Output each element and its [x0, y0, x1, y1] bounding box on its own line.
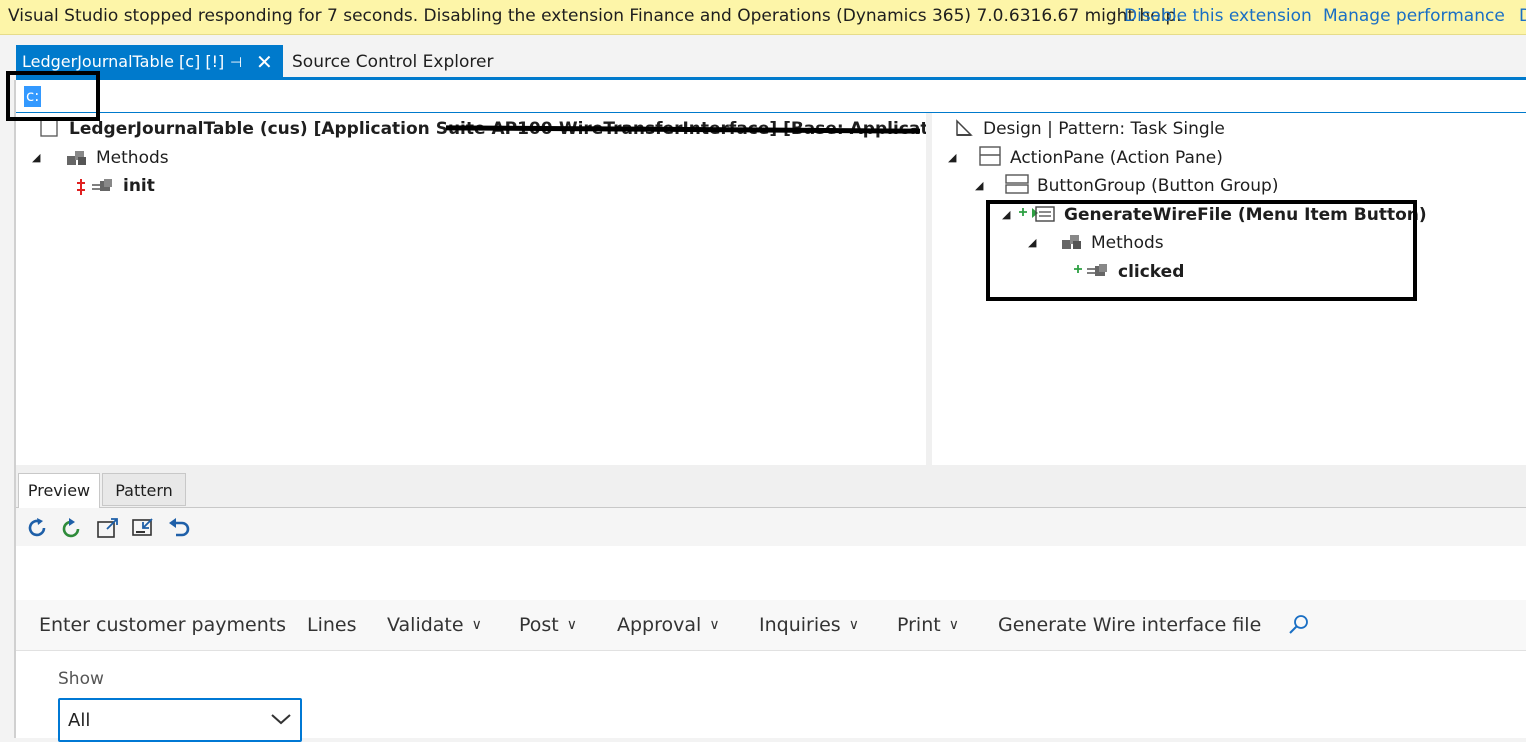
action-pane-icon	[979, 146, 1001, 166]
designer-filter-input[interactable]: c:	[16, 80, 1526, 113]
action-label: Post	[519, 614, 559, 636]
more-link[interactable]: D	[1519, 0, 1526, 32]
show-label: Show	[58, 669, 104, 689]
table-icon	[40, 119, 58, 137]
close-icon[interactable]: ✕	[256, 45, 273, 79]
action-label: Print	[897, 614, 941, 636]
action-label: Generate Wire interface file	[998, 614, 1262, 636]
action-label: Inquiries	[759, 614, 841, 636]
form-body: Show All	[16, 651, 1526, 742]
tab-source-control-explorer[interactable]: Source Control Explorer	[292, 45, 493, 79]
preview-toolbar	[16, 508, 1526, 546]
tree-node-methods[interactable]: Methods	[96, 145, 169, 171]
chevron-down-icon: ∨	[471, 617, 482, 633]
chevron-down-icon: ∨	[566, 617, 578, 633]
window-edge	[0, 35, 14, 738]
action-validate[interactable]: Validate ∨	[387, 612, 482, 638]
element-tree-pane: LedgerJournalTable (cus) [Application Su…	[16, 113, 926, 465]
show-dropdown[interactable]: All	[58, 698, 302, 742]
action-bar: Enter customer payments Lines Validate ∨ …	[16, 600, 1526, 651]
undo-icon[interactable]	[167, 516, 191, 540]
notification-message: Visual Studio stopped responding for 7 s…	[8, 6, 1182, 26]
notification-bar: Visual Studio stopped responding for 7 s…	[0, 0, 1526, 35]
refresh-green-icon[interactable]	[59, 516, 83, 540]
show-dropdown-value: All	[68, 710, 91, 731]
tab-pattern[interactable]: Pattern	[102, 473, 186, 506]
action-label: Validate	[387, 614, 464, 636]
action-inquiries[interactable]: Inquiries ∨	[759, 612, 859, 638]
action-post[interactable]: Post ∨	[519, 612, 577, 638]
chevron-down-icon	[271, 714, 291, 725]
expand-arrow-icon[interactable]: ◢	[948, 145, 956, 171]
manage-performance-link[interactable]: Manage performance	[1323, 0, 1505, 32]
methods-icon	[67, 151, 86, 165]
action-label: Lines	[307, 614, 357, 636]
refresh-icon[interactable]	[25, 516, 49, 540]
expand-arrow-icon[interactable]: ◢	[32, 145, 40, 171]
chevron-down-icon: ∨	[848, 617, 859, 633]
highlight-box-generatewirefile	[986, 200, 1417, 301]
design-icon	[956, 119, 973, 136]
expand-arrow-icon[interactable]: ◢	[975, 173, 983, 199]
tree-node-buttongroup[interactable]: ButtonGroup (Button Group)	[1037, 173, 1278, 199]
override-method-icon	[77, 179, 112, 195]
tab-preview[interactable]: Preview	[18, 473, 100, 508]
tree-node-design[interactable]: Design | Pattern: Task Single	[983, 116, 1225, 142]
action-enter-customer-payments[interactable]: Enter customer payments	[39, 612, 286, 638]
preview-tab-strip: Preview Pattern	[16, 473, 1526, 508]
dock-icon[interactable]	[131, 516, 155, 540]
pin-icon[interactable]: ⊣	[230, 46, 242, 80]
open-window-icon[interactable]	[96, 516, 120, 540]
tree-node-init[interactable]: init	[123, 173, 155, 199]
action-generate-wire-interface-file[interactable]: Generate Wire interface file	[998, 612, 1261, 638]
action-label: Enter customer payments	[39, 614, 287, 636]
action-print[interactable]: Print ∨	[897, 612, 959, 638]
tree-node-actionpane[interactable]: ActionPane (Action Pane)	[1010, 145, 1223, 171]
highlight-box-filter	[6, 71, 100, 121]
search-icon[interactable]	[1288, 614, 1310, 636]
disable-extension-link[interactable]: Disable this extension	[1124, 0, 1312, 32]
chevron-down-icon: ∨	[709, 617, 720, 633]
form-preview: Enter customer payments Lines Validate ∨ …	[16, 546, 1526, 742]
chevron-down-icon: ∨	[948, 617, 959, 633]
button-group-icon	[1005, 174, 1029, 194]
action-label: Approval	[617, 614, 702, 636]
horizontal-splitter[interactable]	[16, 465, 1526, 473]
action-lines[interactable]: Lines	[307, 612, 357, 638]
action-approval[interactable]: Approval ∨	[617, 612, 720, 638]
